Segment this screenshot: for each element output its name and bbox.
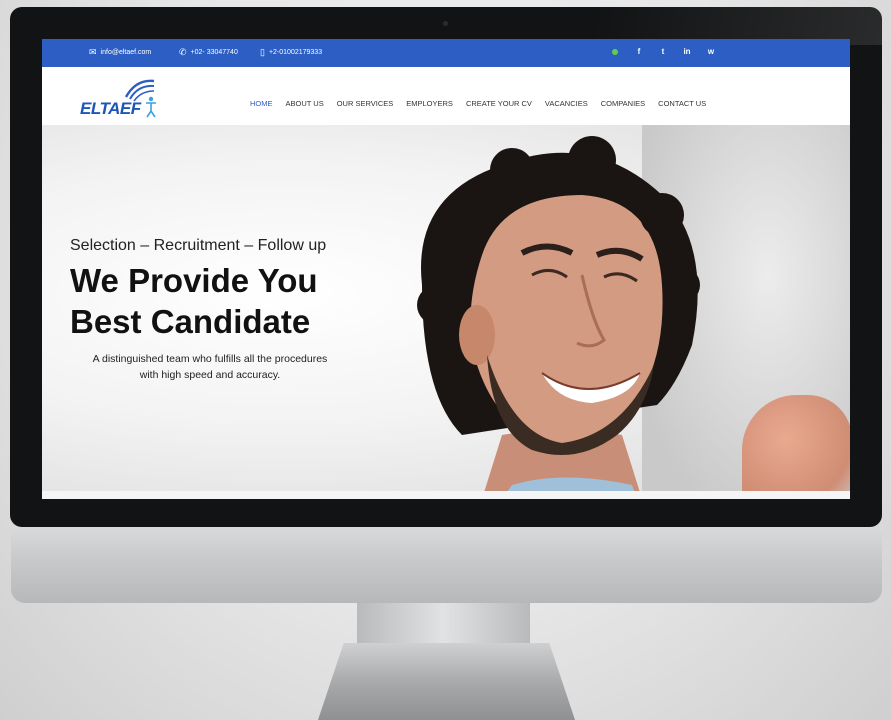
monitor-chin (11, 527, 882, 603)
nav-vacancies[interactable]: VACANCIES (545, 99, 588, 108)
screen-bottom-strip (42, 491, 850, 499)
nav-about-us[interactable]: ABOUT US (286, 99, 324, 108)
facebook-icon[interactable]: f (627, 47, 651, 56)
whatsapp-icon[interactable]: w (699, 47, 723, 56)
mobile-contact[interactable]: ▯ +2-01002179333 (260, 47, 323, 57)
mobile-icon: ▯ (260, 47, 265, 57)
monitor-frame: ✉ info@eltaef.com ✆ +02- 33047740 ▯ +2-0… (10, 7, 882, 527)
phone-contact[interactable]: ✆ +02- 33047740 (179, 47, 238, 57)
email-text: info@eltaef.com (100, 48, 152, 56)
email-contact[interactable]: ✉ info@eltaef.com (89, 47, 152, 57)
monitor-stand-base (318, 643, 575, 720)
phone-text: +02- 33047740 (190, 48, 238, 56)
twitter-icon[interactable]: t (651, 47, 675, 56)
social-links: f t in w (612, 47, 723, 56)
hero-tagline: Selection – Recruitment – Follow up (70, 237, 327, 254)
hero-subtext-line1: A distinguished team who fulfills all th… (92, 353, 328, 365)
hero-headline-line1: We Provide You (70, 262, 318, 299)
nav-contact-us[interactable]: CONTACT US (658, 99, 706, 108)
hero-headline: We Provide You Best Candidate (70, 260, 318, 342)
hero-subtext-line2: with high speed and accuracy. (139, 369, 281, 381)
main-navbar: ELTAEF HOME ABOUT US OUR SERVICES EMPLOY… (42, 67, 850, 125)
webcam (443, 21, 448, 26)
nav-create-your-cv[interactable]: CREATE YOUR CV (466, 99, 532, 108)
site-logo[interactable]: ELTAEF (78, 75, 168, 121)
hero-headline-line2: Best Candidate (70, 303, 311, 340)
linkedin-icon[interactable]: in (675, 47, 699, 56)
mobile-text: +2-01002179333 (268, 48, 323, 56)
hero-person-image (417, 136, 700, 499)
hero-section: Selection – Recruitment – Follow up We P… (42, 125, 850, 499)
nav-employers[interactable]: EMPLOYERS (406, 99, 453, 108)
logo-wordmark: ELTAEF (80, 99, 141, 118)
top-contact-bar: ✉ info@eltaef.com ✆ +02- 33047740 ▯ +2-0… (42, 39, 850, 67)
phone-icon: ✆ (179, 47, 187, 57)
nav-companies[interactable]: COMPANIES (601, 99, 645, 108)
website-screen: ✉ info@eltaef.com ✆ +02- 33047740 ▯ +2-0… (42, 39, 850, 499)
envelope-icon: ✉ (89, 47, 97, 57)
hero-hand-blur (742, 395, 850, 499)
hero-subtext: A distinguished team who fulfills all th… (70, 351, 350, 383)
monitor-neck (357, 603, 530, 643)
primary-nav: HOME ABOUT US OUR SERVICES EMPLOYERS CRE… (250, 99, 719, 108)
status-dot (612, 48, 618, 55)
nav-home[interactable]: HOME (250, 99, 273, 108)
nav-our-services[interactable]: OUR SERVICES (337, 99, 394, 108)
